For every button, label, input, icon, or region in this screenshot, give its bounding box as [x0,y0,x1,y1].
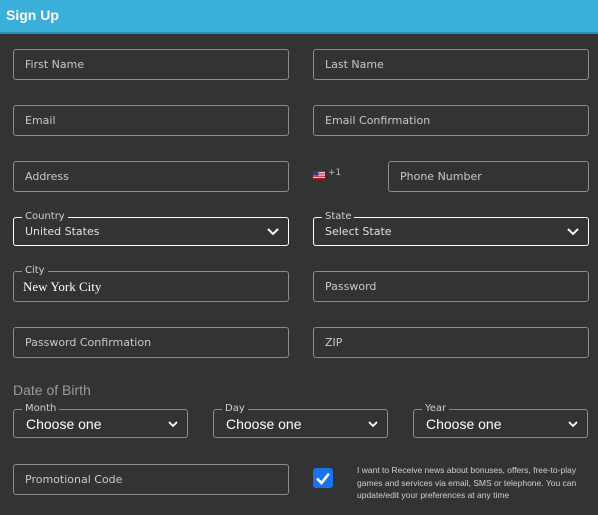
address-field[interactable]: Address [13,161,289,192]
address-placeholder: Address [25,170,69,183]
promo-code-field[interactable]: Promotional Code [13,464,289,495]
last-name-placeholder: Last Name [325,58,384,71]
city-label: City [22,265,48,277]
last-name-field[interactable]: Last Name [313,49,589,80]
phone-number-placeholder: Phone Number [400,170,482,183]
dob-year-select[interactable]: Year Choose one [413,403,588,438]
state-select[interactable]: State Select State [313,211,589,246]
country-label: Country [22,211,68,223]
promo-code-placeholder: Promotional Code [25,473,123,486]
phone-number-field[interactable]: Phone Number [388,161,589,192]
chevron-down-icon [168,421,178,428]
password-confirmation-placeholder: Password Confirmation [25,336,152,349]
checkmark-icon [316,472,331,485]
month-value: Choose one [26,416,102,432]
city-field[interactable]: City New York City [13,265,289,302]
country-value: United States [25,225,100,238]
page-title: Sign Up [6,7,59,23]
zip-placeholder: ZIP [325,336,343,349]
chevron-down-icon [368,421,378,428]
consent-text: I want to Receive news about bonuses, of… [357,465,577,500]
signup-header: Sign Up [0,0,598,34]
first-name-placeholder: First Name [25,58,85,71]
email-confirmation-placeholder: Email Confirmation [325,114,431,127]
dob-month-select[interactable]: Month Choose one [13,403,188,438]
password-field[interactable]: Password [313,271,589,302]
email-confirmation-field[interactable]: Email Confirmation [313,105,589,136]
password-confirmation-field[interactable]: Password Confirmation [13,327,289,358]
dob-title: Date of Birth [13,382,91,398]
year-value: Choose one [426,416,502,432]
dob-day-select[interactable]: Day Choose one [213,403,388,438]
chevron-down-icon [267,228,279,236]
state-value: Select State [325,225,392,238]
state-label: State [322,211,355,223]
email-field[interactable]: Email [13,105,289,136]
first-name-field[interactable]: First Name [13,49,289,80]
password-placeholder: Password [325,280,377,293]
consent-checkbox[interactable] [313,468,333,488]
month-label: Month [22,403,60,415]
city-value: New York City [23,279,102,294]
day-value: Choose one [226,416,302,432]
chevron-down-icon [567,228,579,236]
country-select[interactable]: Country United States [13,211,289,246]
year-label: Year [422,403,450,415]
email-placeholder: Email [25,114,56,127]
phone-prefix: +1 [328,168,342,178]
chevron-down-icon [568,421,578,428]
day-label: Day [222,403,248,415]
us-flag-icon[interactable] [313,171,325,179]
zip-field[interactable]: ZIP [313,327,589,358]
